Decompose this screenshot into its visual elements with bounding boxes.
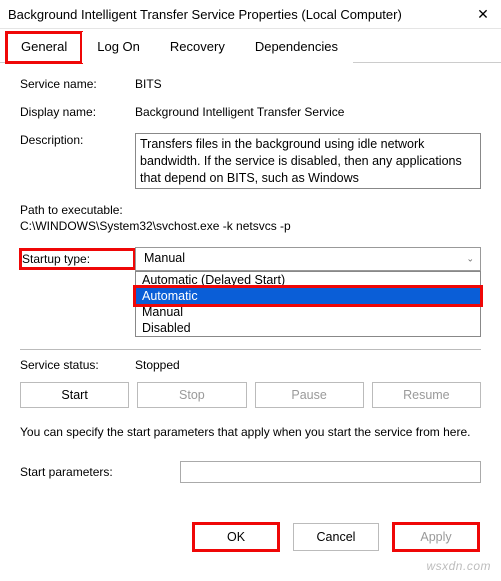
option-disabled[interactable]: Disabled — [136, 320, 480, 336]
row-service-status: Service status: Stopped — [20, 358, 481, 372]
label-startup-type: Startup type: — [20, 249, 135, 269]
tab-general[interactable]: General — [6, 32, 82, 63]
startup-type-select[interactable]: Manual ⌄ — [135, 247, 481, 271]
stop-button: Stop — [137, 382, 246, 408]
value-service-name: BITS — [135, 77, 481, 91]
value-path: C:\WINDOWS\System32\svchost.exe -k netsv… — [20, 219, 481, 233]
tab-logon[interactable]: Log On — [82, 32, 155, 63]
path-block: Path to executable: C:\WINDOWS\System32\… — [20, 203, 481, 233]
row-description: Description: Transfers files in the back… — [20, 133, 481, 189]
label-service-name: Service name: — [20, 77, 135, 91]
label-display-name: Display name: — [20, 105, 135, 119]
dialog-footer: OK Cancel Apply — [0, 523, 501, 551]
tab-strip: General Log On Recovery Dependencies — [0, 31, 501, 63]
ok-button[interactable]: OK — [193, 523, 279, 551]
divider — [20, 349, 481, 350]
close-icon[interactable]: ✕ — [475, 6, 491, 22]
start-params-note: You can specify the start parameters tha… — [20, 424, 481, 441]
value-display-name: Background Intelligent Transfer Service — [135, 105, 481, 119]
window-title: Background Intelligent Transfer Service … — [8, 7, 402, 22]
label-start-params: Start parameters: — [20, 465, 180, 479]
label-service-status: Service status: — [20, 358, 135, 372]
pause-button: Pause — [255, 382, 364, 408]
option-automatic-delayed[interactable]: Automatic (Delayed Start) — [136, 272, 480, 288]
row-service-name: Service name: BITS — [20, 77, 481, 91]
row-startup-type: Startup type: Manual ⌄ Automatic (Delaye… — [20, 247, 481, 271]
option-automatic[interactable]: Automatic — [136, 288, 480, 304]
startup-type-dropdown: Automatic (Delayed Start) Automatic Manu… — [135, 271, 481, 337]
label-description: Description: — [20, 133, 135, 147]
apply-button[interactable]: Apply — [393, 523, 479, 551]
start-button[interactable]: Start — [20, 382, 129, 408]
option-manual[interactable]: Manual — [136, 304, 480, 320]
service-control-buttons: Start Stop Pause Resume — [20, 382, 481, 408]
tab-recovery[interactable]: Recovery — [155, 32, 240, 63]
cancel-button[interactable]: Cancel — [293, 523, 379, 551]
startup-type-value: Manual — [144, 251, 185, 265]
label-path: Path to executable: — [20, 203, 481, 217]
tab-panel-general: Service name: BITS Display name: Backgro… — [0, 63, 501, 501]
chevron-down-icon: ⌄ — [466, 254, 474, 265]
tab-dependencies[interactable]: Dependencies — [240, 32, 353, 63]
row-start-params: Start parameters: — [20, 461, 481, 483]
row-display-name: Display name: Background Intelligent Tra… — [20, 105, 481, 119]
watermark: wsxdn.com — [426, 559, 491, 573]
start-params-input[interactable] — [180, 461, 481, 483]
description-textbox[interactable]: Transfers files in the background using … — [135, 133, 481, 189]
value-service-status: Stopped — [135, 358, 180, 372]
startup-type-select-wrap: Manual ⌄ Automatic (Delayed Start) Autom… — [135, 247, 481, 271]
titlebar: Background Intelligent Transfer Service … — [0, 0, 501, 29]
resume-button: Resume — [372, 382, 481, 408]
